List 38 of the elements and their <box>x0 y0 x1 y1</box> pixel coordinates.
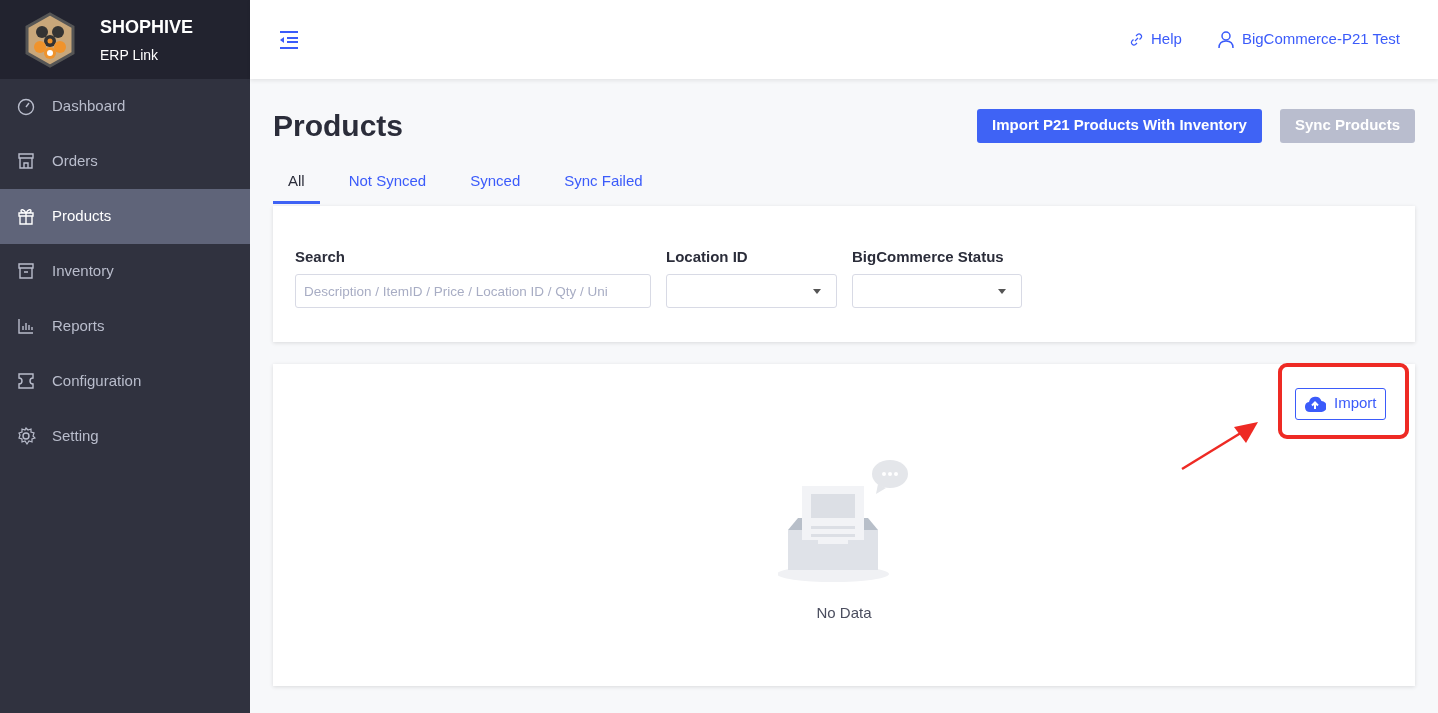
sidebar-item[interactable]: Orders <box>0 134 250 189</box>
menu-collapse-icon[interactable] <box>278 29 300 50</box>
cloud-upload-icon <box>1304 395 1326 412</box>
sidebar-item[interactable]: Reports <box>0 299 250 354</box>
field-label: Location ID <box>666 246 749 267</box>
search-field[interactable]: Description / ItemID / Price / Location ID / Qty / Uni <box>295 274 651 308</box>
bar-chart-icon <box>17 317 36 336</box>
ticket-icon <box>17 372 36 391</box>
sidebar-item[interactable]: Configuration <box>0 354 250 409</box>
filter-tab[interactable]: Not Synced <box>333 170 442 204</box>
page-title: Products <box>273 108 404 144</box>
status-dropdown[interactable] <box>852 274 1022 308</box>
gauge-icon <box>17 97 36 116</box>
user-menu[interactable]: BigCommerce-P21 Test <box>1217 28 1400 51</box>
gift-icon <box>17 207 36 226</box>
import-products-button[interactable]: Import P21 Products With Inventory <box>977 108 1262 143</box>
gear-icon <box>17 427 36 446</box>
link-icon <box>1130 33 1143 46</box>
brand-name: SHOPHIVE <box>100 15 194 39</box>
brand-subtitle: ERP Link <box>100 45 160 65</box>
sidebar-item[interactable]: Inventory <box>0 244 250 299</box>
field-label: BigCommerce Status <box>852 246 1005 267</box>
filter-tab[interactable]: Sync Failed <box>549 170 658 204</box>
help-link[interactable]: Help <box>1130 28 1182 51</box>
sidebar-item[interactable]: Dashboard <box>0 79 250 134</box>
sidebar-item[interactable]: Setting <box>0 409 250 464</box>
filter-tab[interactable]: Synced <box>455 170 536 204</box>
location-dropdown[interactable] <box>666 274 837 308</box>
storefront-icon <box>17 152 36 171</box>
import-button[interactable]: Import <box>1295 387 1386 420</box>
field-label: Search <box>295 246 347 267</box>
sidebar-item[interactable]: Products <box>0 189 250 244</box>
empty-state-text: No Data <box>816 602 872 623</box>
user-icon <box>1217 31 1234 48</box>
caret-icon <box>813 288 821 294</box>
caret-icon <box>998 288 1006 294</box>
filter-tab[interactable]: All <box>273 170 320 204</box>
archive-box-icon <box>17 262 36 281</box>
